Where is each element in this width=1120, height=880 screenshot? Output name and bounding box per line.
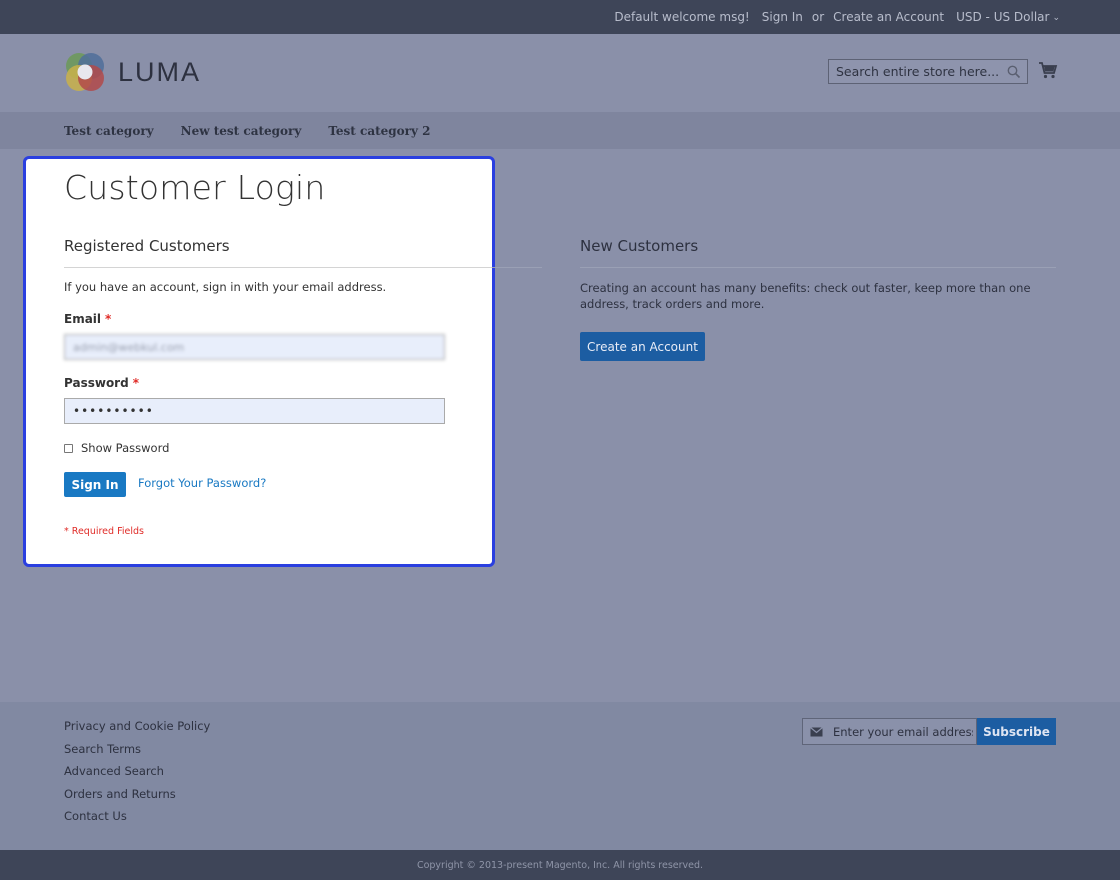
page-title: Customer Login — [64, 168, 326, 207]
nav-item-test-category-2[interactable]: Test category 2 — [328, 124, 430, 138]
forgot-password-link[interactable]: Forgot Your Password? — [138, 476, 266, 490]
email-required-marker: * — [105, 312, 112, 326]
logo-text: LUMA — [118, 56, 202, 87]
envelope-icon — [810, 726, 823, 736]
nav-item-test-category[interactable]: Test category — [64, 124, 154, 138]
sign-in-link[interactable]: Sign In — [762, 10, 803, 24]
luma-logo-icon — [66, 53, 104, 91]
search-input[interactable] — [836, 64, 1001, 79]
copyright: Copyright © 2013-present Magento, Inc. A… — [0, 850, 1120, 880]
registered-divider-ext — [492, 267, 542, 268]
password-label: Password * — [64, 376, 139, 390]
required-fields-note: * Required Fields — [64, 526, 144, 537]
show-password-label: Show Password — [81, 441, 170, 455]
footer: Privacy and Cookie Policy Search Terms A… — [0, 702, 1120, 850]
registered-divider — [64, 267, 492, 268]
new-customers-title: New Customers — [580, 237, 699, 255]
footer-link-advanced-search[interactable]: Advanced Search — [64, 763, 210, 786]
email-field[interactable] — [64, 334, 445, 360]
email-label: Email * — [64, 312, 111, 326]
registered-customers-title: Registered Customers — [64, 237, 230, 255]
show-password-toggle[interactable]: Show Password — [64, 441, 169, 455]
footer-link-orders-returns[interactable]: Orders and Returns — [64, 786, 210, 809]
main-navigation: Test category New test category Test cat… — [0, 112, 1120, 149]
show-password-checkbox[interactable] — [64, 443, 73, 453]
footer-link-privacy[interactable]: Privacy and Cookie Policy — [64, 718, 210, 741]
subscribe-button[interactable]: Subscribe — [977, 718, 1056, 745]
header: LUMA — [0, 34, 1120, 112]
password-field[interactable] — [64, 398, 445, 424]
new-customers-divider — [580, 267, 1056, 268]
newsletter-form: Subscribe — [802, 718, 1056, 745]
nav-item-new-test-category[interactable]: New test category — [181, 124, 302, 138]
new-customers-text: Creating an account has many benefits: c… — [580, 281, 1031, 311]
footer-link-search-terms[interactable]: Search Terms — [64, 741, 210, 764]
currency-label: USD - US Dollar — [956, 10, 1050, 24]
chevron-down-icon: ⌄ — [1052, 13, 1060, 23]
search-box — [828, 59, 1028, 84]
newsletter-input-wrapper — [802, 718, 977, 745]
logo[interactable]: LUMA — [64, 51, 201, 93]
top-panel: Default welcome msg! Sign In or Create a… — [0, 0, 1120, 34]
currency-switcher[interactable]: USD - US Dollar ⌄ — [956, 10, 1060, 24]
welcome-message: Default welcome msg! — [614, 10, 750, 24]
create-account-button[interactable]: Create an Account — [580, 332, 705, 361]
cart-icon[interactable] — [1038, 60, 1058, 80]
newsletter-email-input[interactable] — [833, 724, 973, 739]
login-intro-text: If you have an account, sign in with you… — [64, 280, 387, 294]
or-separator: or — [811, 10, 825, 24]
password-label-text: Password — [64, 376, 129, 390]
email-label-text: Email — [64, 312, 102, 326]
password-required-marker: * — [132, 376, 139, 390]
sign-in-button[interactable]: Sign In — [64, 472, 126, 497]
create-account-link[interactable]: Create an Account — [833, 10, 944, 24]
footer-links: Privacy and Cookie Policy Search Terms A… — [64, 718, 210, 831]
footer-link-contact-us[interactable]: Contact Us — [64, 808, 210, 831]
search-icon[interactable] — [1007, 65, 1021, 79]
login-highlight-panel — [23, 156, 495, 567]
